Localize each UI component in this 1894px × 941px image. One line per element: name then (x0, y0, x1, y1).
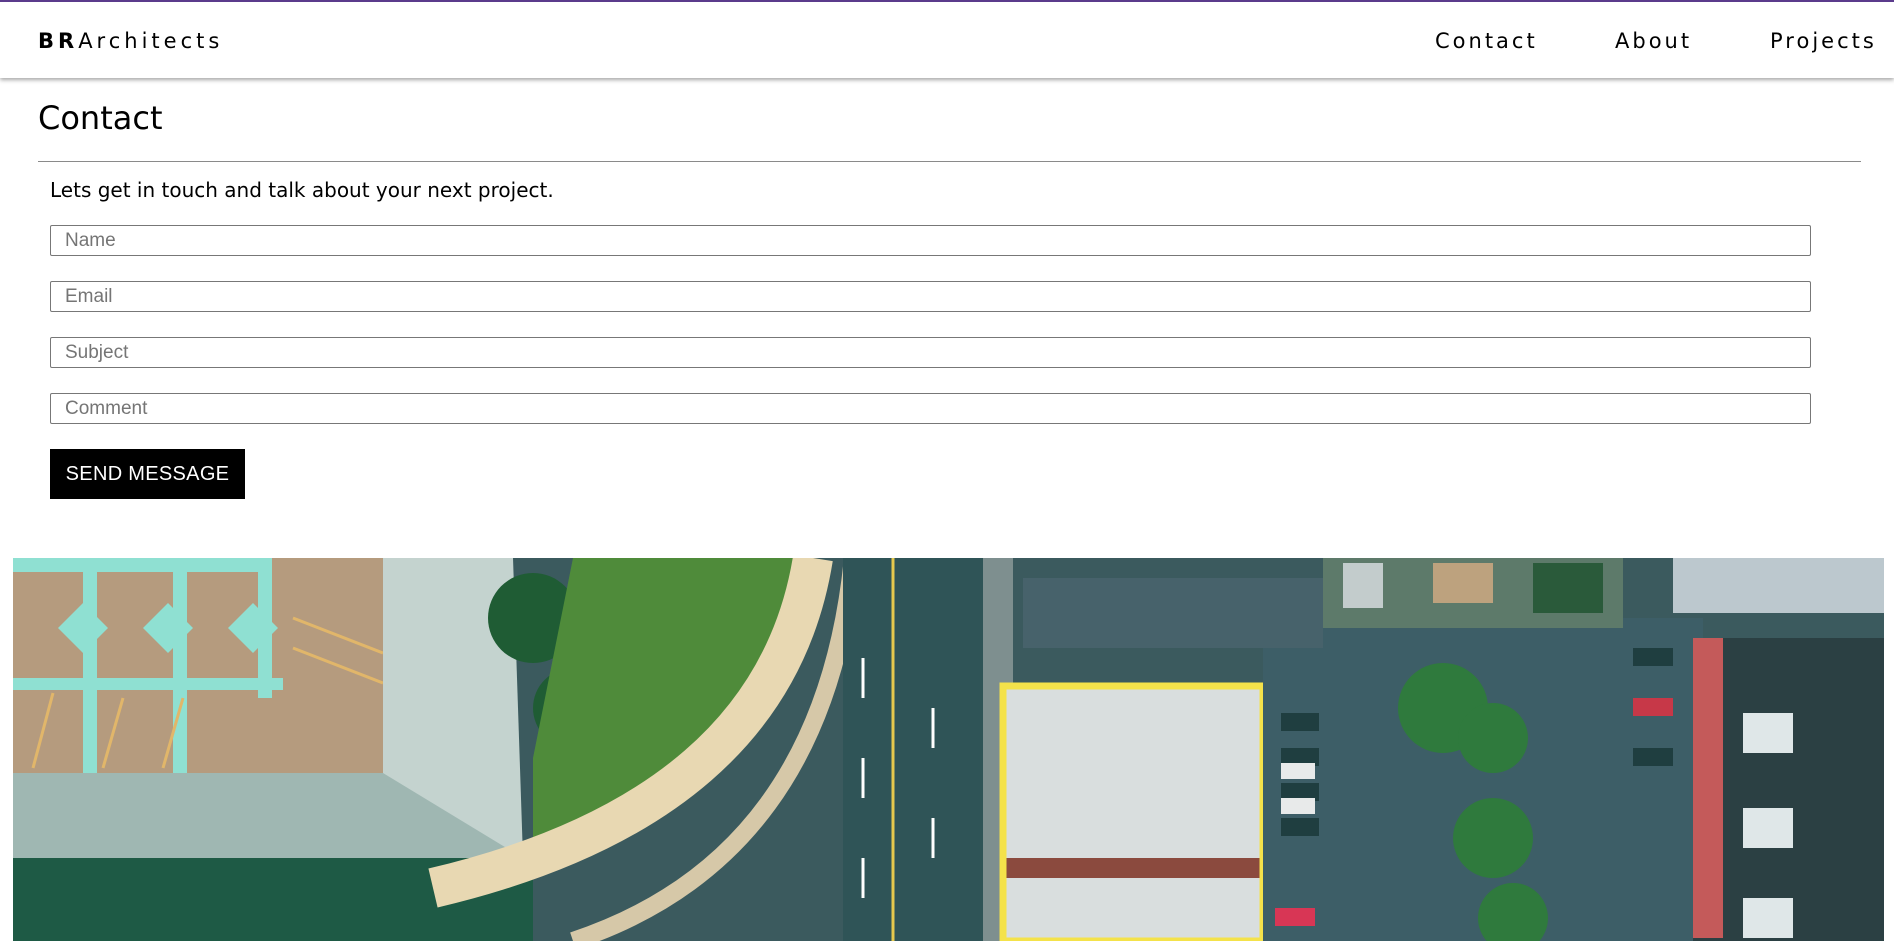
subject-input[interactable] (50, 337, 1811, 368)
name-input[interactable] (50, 225, 1811, 256)
contact-intro-text: Lets get in touch and talk about your ne… (50, 178, 554, 202)
comment-input[interactable] (50, 393, 1811, 424)
aerial-city-illustration (13, 558, 1884, 941)
top-navigation-bar: BRArchitects Contact About Projects (0, 0, 1894, 78)
send-message-button[interactable]: SEND MESSAGE (50, 449, 245, 499)
brand-logo-text: Architects (78, 29, 224, 53)
hero-aerial-image (13, 558, 1884, 941)
nav-link-about[interactable]: About (1615, 29, 1692, 53)
brand-logo[interactable]: BRArchitects (38, 29, 223, 53)
section-divider (38, 161, 1861, 162)
page-title: Contact (38, 99, 163, 137)
email-input[interactable] (50, 281, 1811, 312)
nav-link-projects[interactable]: Projects (1770, 29, 1877, 53)
nav-link-contact[interactable]: Contact (1435, 29, 1538, 53)
brand-logo-bold: BR (38, 29, 79, 53)
